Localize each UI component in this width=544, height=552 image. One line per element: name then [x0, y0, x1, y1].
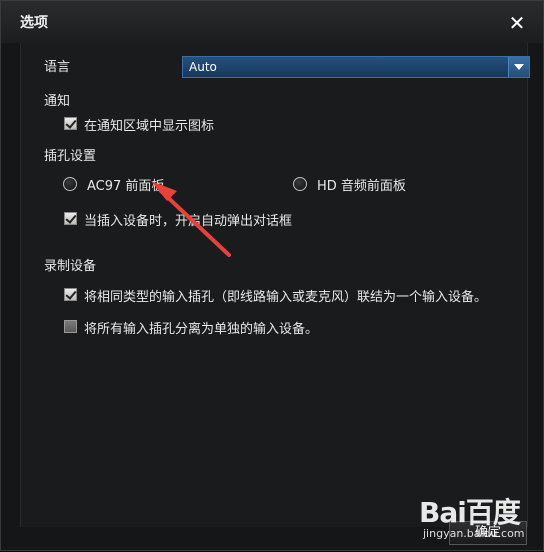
show-icon-label: 在通知区域中显示图标: [84, 119, 215, 134]
language-select[interactable]: Auto: [182, 56, 530, 78]
separate-inputs-checkbox[interactable]: [64, 320, 77, 333]
recording-section-label: 录制设备: [44, 259, 97, 274]
auto-popup-label: 当插入设备时，开启自动弹出对话框: [84, 214, 293, 229]
language-label: 语言: [44, 60, 71, 75]
hd-audio-radio[interactable]: [293, 177, 307, 191]
show-icon-checkbox[interactable]: [64, 117, 77, 130]
notification-section-label: 通知: [44, 94, 71, 109]
auto-popup-checkbox[interactable]: [64, 212, 77, 225]
hd-audio-label: HD 音频前面板: [317, 179, 406, 194]
combine-inputs-checkbox[interactable]: [64, 288, 77, 301]
title-bar: 选项 ✕: [1, 1, 543, 43]
chevron-down-icon[interactable]: [508, 57, 529, 77]
dialog-title: 选项: [20, 15, 48, 31]
jack-section-label: 插孔设置: [44, 149, 97, 164]
baidu-watermark: Bai百度 jingyan.baidu.com: [419, 491, 544, 552]
ac97-radio[interactable]: [63, 177, 77, 191]
baidu-url: jingyan.baidu.com: [423, 527, 525, 540]
language-select-value: Auto: [189, 60, 217, 74]
options-dialog: 选项 ✕ 语言 Auto 通知 在通知区域中显示图标 插孔设置 AC97 前面板…: [0, 0, 544, 551]
separate-inputs-label: 将所有输入插孔分离为单独的输入设备。: [84, 322, 319, 337]
baidu-logo: Bai百度: [419, 496, 521, 529]
close-icon[interactable]: ✕: [504, 10, 530, 36]
ac97-label: AC97 前面板: [87, 179, 165, 194]
combine-inputs-label: 将相同类型的输入插孔（即线路输入或麦克风）联结为一个输入设备。: [84, 290, 488, 305]
